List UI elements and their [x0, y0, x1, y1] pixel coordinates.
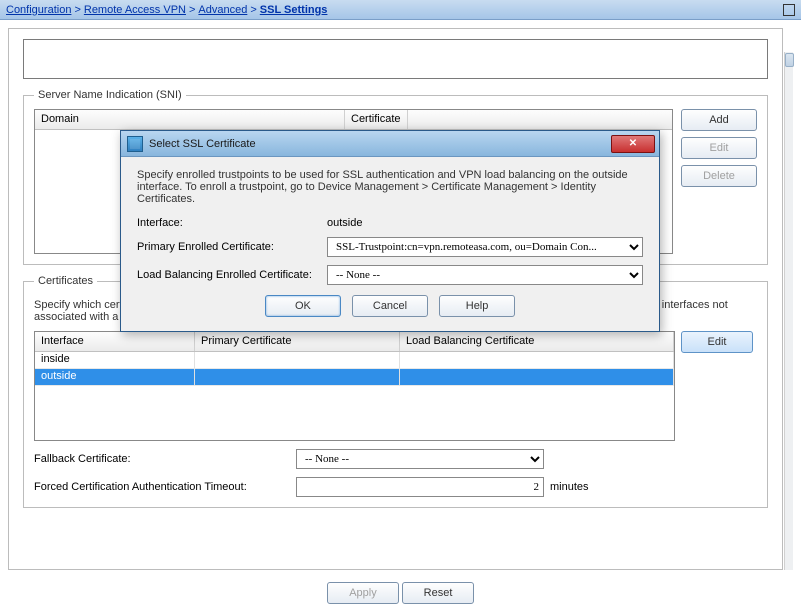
- dialog-title-text: Select SSL Certificate: [149, 138, 256, 150]
- breadcrumb: Configuration>Remote Access VPN>Advanced…: [6, 4, 327, 16]
- cell-interface: outside: [35, 369, 195, 385]
- footer-buttons: Apply Reset: [0, 582, 801, 604]
- vertical-scrollbar[interactable]: [784, 52, 793, 570]
- cert-col-interface[interactable]: Interface: [35, 332, 195, 351]
- fallback-select[interactable]: -- None --: [296, 449, 544, 469]
- table-row[interactable]: inside: [35, 352, 674, 369]
- dialog-interface-value: outside: [327, 217, 643, 229]
- fallback-label: Fallback Certificate:: [34, 453, 290, 465]
- dialog-primary-select[interactable]: SSL-Trustpoint:cn=vpn.remoteasa.com, ou=…: [327, 237, 643, 257]
- breadcrumb-configuration[interactable]: Configuration: [6, 4, 71, 16]
- sni-legend: Server Name Indication (SNI): [34, 89, 186, 101]
- sni-col-certificate[interactable]: Certificate: [345, 110, 408, 129]
- sni-edit-button[interactable]: Edit: [681, 137, 757, 159]
- dialog-lb-label: Load Balancing Enrolled Certificate:: [137, 269, 327, 281]
- cell-lb: [400, 369, 674, 385]
- breadcrumb-advanced[interactable]: Advanced: [198, 4, 247, 16]
- cell-primary: [195, 369, 400, 385]
- certificates-legend: Certificates: [34, 275, 97, 287]
- dialog-lb-select[interactable]: -- None --: [327, 265, 643, 285]
- sni-col-domain[interactable]: Domain: [35, 110, 345, 129]
- breadcrumb-ssl-settings[interactable]: SSL Settings: [260, 4, 328, 16]
- help-button[interactable]: Help: [439, 295, 515, 317]
- reset-button[interactable]: Reset: [402, 582, 474, 604]
- dialog-titlebar[interactable]: Select SSL Certificate ✕: [121, 131, 659, 157]
- sni-table-header: Domain Certificate: [35, 110, 672, 130]
- scrollbar-thumb[interactable]: [785, 53, 794, 67]
- cert-col-loadbalancing[interactable]: Load Balancing Certificate: [400, 332, 674, 351]
- dialog-primary-label: Primary Enrolled Certificate:: [137, 241, 327, 253]
- cell-interface: inside: [35, 352, 195, 368]
- cell-lb: [400, 352, 674, 368]
- breadcrumb-bar: Configuration>Remote Access VPN>Advanced…: [0, 0, 801, 20]
- select-ssl-certificate-dialog: Select SSL Certificate ✕ Specify enrolle…: [120, 130, 660, 332]
- cancel-button[interactable]: Cancel: [352, 295, 428, 317]
- table-row[interactable]: outside: [35, 369, 674, 386]
- forced-timeout-suffix: minutes: [550, 481, 589, 493]
- ok-button[interactable]: OK: [265, 295, 341, 317]
- dialog-description: Specify enrolled trustpoints to be used …: [137, 169, 643, 205]
- sni-add-button[interactable]: Add: [681, 109, 757, 131]
- forced-timeout-label: Forced Certification Authentication Time…: [34, 481, 290, 493]
- certificates-header: Interface Primary Certificate Load Balan…: [35, 332, 674, 352]
- apply-button[interactable]: Apply: [327, 582, 399, 604]
- cell-primary: [195, 352, 400, 368]
- dialog-app-icon: [127, 136, 143, 152]
- certificates-table[interactable]: Interface Primary Certificate Load Balan…: [34, 331, 675, 441]
- sni-delete-button[interactable]: Delete: [681, 165, 757, 187]
- dialog-interface-label: Interface:: [137, 217, 327, 229]
- top-textarea[interactable]: [23, 39, 768, 79]
- forced-timeout-input[interactable]: [296, 477, 544, 497]
- breadcrumb-remote-access-vpn[interactable]: Remote Access VPN: [84, 4, 186, 16]
- maximize-icon[interactable]: [783, 4, 795, 16]
- cert-col-primary[interactable]: Primary Certificate: [195, 332, 400, 351]
- certificates-edit-button[interactable]: Edit: [681, 331, 753, 353]
- close-icon[interactable]: ✕: [611, 135, 655, 153]
- dialog-body: Specify enrolled trustpoints to be used …: [121, 157, 659, 331]
